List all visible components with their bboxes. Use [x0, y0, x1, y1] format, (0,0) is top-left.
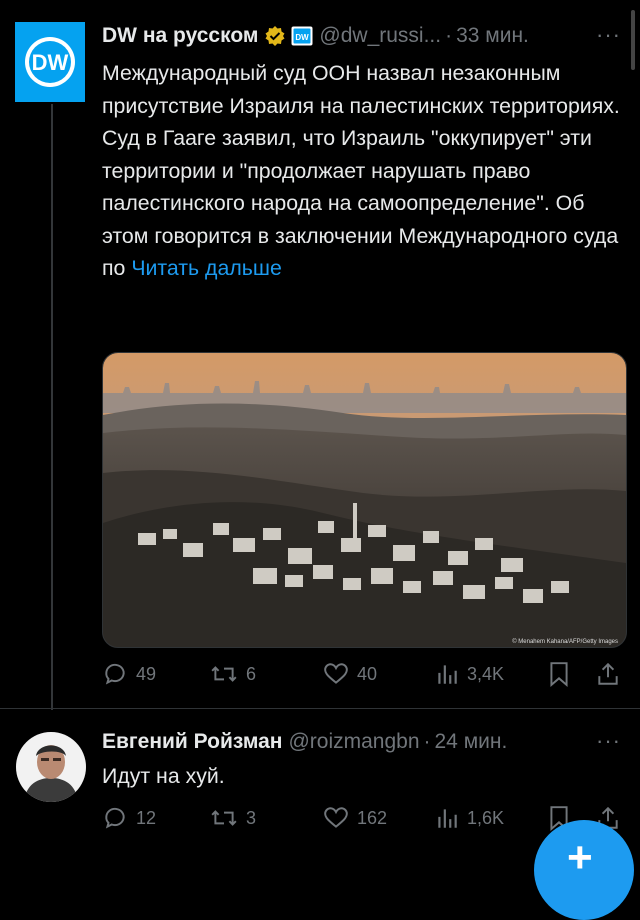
thread-connector-line — [51, 104, 53, 710]
read-more-link[interactable]: Читать дальше — [131, 256, 281, 280]
views-icon — [438, 809, 457, 828]
tweet-divider — [0, 708, 640, 709]
author-handle[interactable]: @roizmangbn — [288, 730, 419, 754]
svg-text:DW: DW — [296, 33, 310, 42]
views-button[interactable]: 3,4K — [435, 661, 504, 687]
reply-count: 12 — [136, 807, 157, 828]
author-name[interactable]: DW на русском — [102, 24, 258, 48]
tweet-timestamp[interactable]: 24 мин. — [435, 730, 508, 754]
more-options-icon[interactable]: ··· — [596, 728, 621, 754]
tweet2-header: Евгений Ройзман @roizmangbn · 24 мин. — [102, 730, 507, 754]
repost-icon — [211, 810, 237, 826]
compose-plus-icon[interactable]: + — [567, 836, 593, 880]
views-count: 3,4K — [467, 663, 505, 684]
svg-text:DW: DW — [32, 50, 69, 75]
share-icon — [598, 662, 618, 685]
reply-count: 49 — [136, 663, 157, 684]
repost-icon — [211, 666, 237, 682]
repost-button[interactable]: 3 — [210, 805, 256, 831]
more-options-icon[interactable]: ··· — [596, 22, 621, 48]
author-name[interactable]: Евгений Ройзман — [102, 730, 282, 754]
landscape-photo: © Menahem Kahana/AFP/Getty Images — [103, 353, 626, 647]
user-avatar[interactable] — [16, 732, 86, 802]
like-icon — [324, 663, 348, 684]
reply-button[interactable]: 12 — [102, 805, 156, 831]
tweet-text: Международный суд ООН назвал незаконным … — [102, 61, 620, 280]
like-icon — [324, 807, 348, 828]
repost-count: 6 — [246, 663, 257, 684]
dw-logo-icon: DW — [25, 37, 75, 87]
dw-avatar[interactable]: DW — [15, 22, 85, 102]
verified-badge-icon — [264, 25, 286, 47]
tweet2-text: Идут на хуй. — [102, 764, 225, 788]
repost-count: 3 — [246, 807, 257, 828]
reply-button[interactable]: 49 — [102, 661, 156, 687]
views-button[interactable]: 1,6K — [435, 805, 504, 831]
like-count: 162 — [357, 807, 388, 828]
share-button[interactable] — [596, 661, 620, 687]
like-button[interactable]: 162 — [323, 805, 387, 831]
separator-dot: · — [423, 730, 431, 753]
bookmark-button[interactable] — [548, 661, 570, 687]
tweet-image[interactable]: © Menahem Kahana/AFP/Getty Images — [102, 352, 627, 648]
reply-icon — [105, 663, 125, 685]
tweet-timestamp[interactable]: 33 мин. — [456, 24, 529, 48]
tweet1-text-block: Международный суд ООН назвал незаконным … — [102, 57, 622, 285]
tweet1-header: DW на русском DW @dw_russi... · 33 мин. — [102, 24, 529, 48]
views-count: 1,6K — [467, 807, 505, 828]
like-count: 40 — [357, 663, 378, 684]
separator-dot: · — [445, 24, 453, 47]
reply-icon — [105, 807, 125, 829]
author-handle[interactable]: @dw_russi... — [319, 24, 441, 48]
views-icon — [438, 665, 457, 684]
image-credit: © Menahem Kahana/AFP/Getty Images — [512, 638, 618, 645]
repost-button[interactable]: 6 — [210, 661, 256, 687]
scrollbar[interactable] — [631, 10, 635, 70]
affiliate-badge-icon[interactable]: DW — [291, 26, 313, 46]
bookmark-icon — [550, 662, 568, 687]
like-button[interactable]: 40 — [323, 661, 377, 687]
user-photo — [16, 732, 86, 802]
